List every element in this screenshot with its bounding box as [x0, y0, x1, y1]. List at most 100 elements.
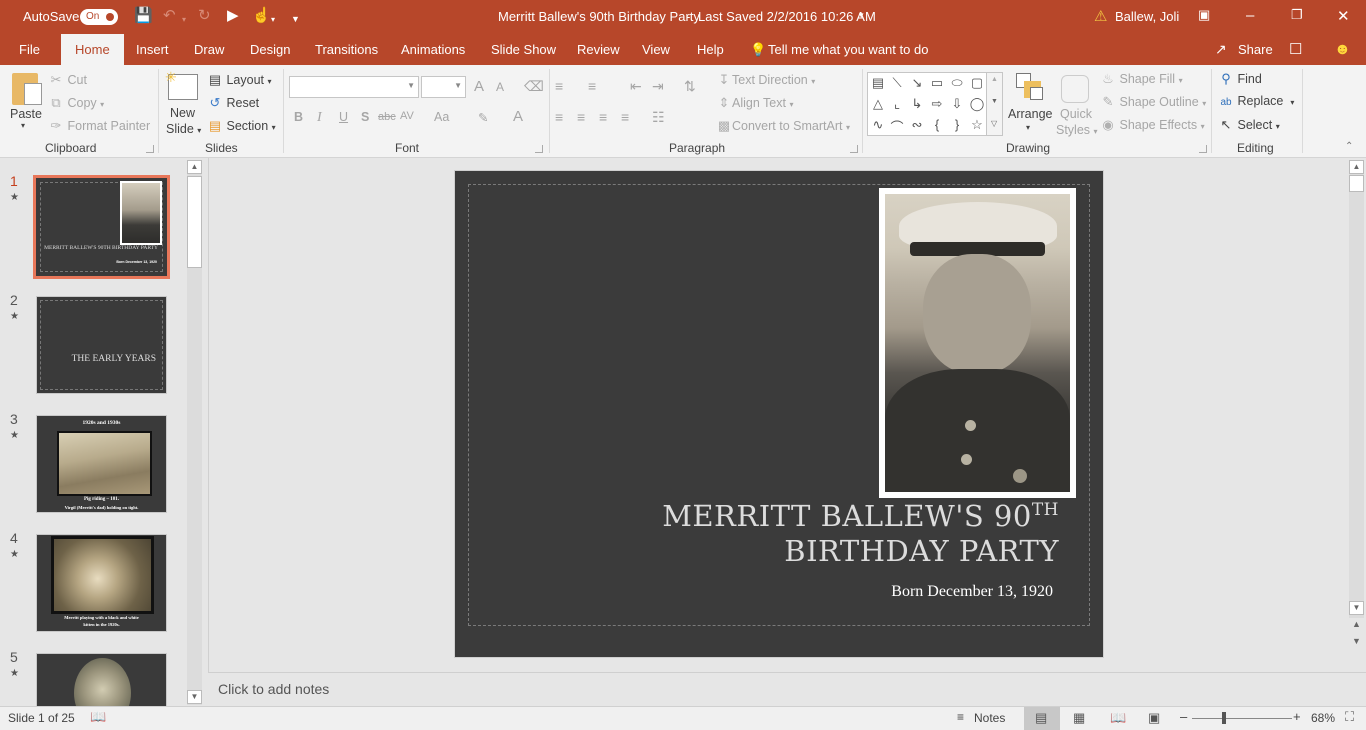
- font-color-button[interactable]: A: [513, 108, 523, 125]
- text-direction-button[interactable]: ↧ Text Direction ▾: [716, 72, 816, 88]
- font-size-input[interactable]: ▼: [421, 76, 466, 98]
- share-icon[interactable]: ↗: [1215, 34, 1227, 65]
- underline-button[interactable]: U: [339, 110, 348, 124]
- slide-thumbnail-4[interactable]: Merritt playing with a black and white k…: [36, 534, 167, 632]
- redo-icon[interactable]: ↻: [198, 8, 211, 24]
- touch-mode-icon[interactable]: ☝: [252, 8, 271, 24]
- zoom-slider-track[interactable]: [1192, 718, 1292, 719]
- tab-animations[interactable]: Animations: [401, 34, 465, 65]
- scroll-up-icon[interactable]: ▲: [1349, 160, 1364, 174]
- zoom-in-button[interactable]: +: [1293, 709, 1301, 724]
- cut-button[interactable]: ✂ Cut: [48, 72, 87, 88]
- justify-icon[interactable]: ≡: [621, 109, 629, 125]
- gallery-down-icon[interactable]: ▼: [991, 98, 998, 105]
- columns-icon[interactable]: ☷: [652, 109, 665, 126]
- slide-photo[interactable]: [879, 188, 1076, 498]
- tab-transitions[interactable]: Transitions: [315, 34, 378, 65]
- highlight-icon[interactable]: ✎: [478, 110, 488, 125]
- layout-button[interactable]: ▤ Layout ▾: [207, 72, 272, 88]
- zoom-slider-thumb[interactable]: [1222, 712, 1227, 724]
- convert-smartart-button[interactable]: ▩ Convert to SmartArt ▾: [716, 118, 850, 134]
- right-brace-shape-icon[interactable]: }: [948, 117, 966, 132]
- paragraph-launcher-icon[interactable]: [850, 145, 858, 153]
- new-slide-label-1[interactable]: New: [170, 106, 195, 120]
- align-left-icon[interactable]: ≡: [555, 109, 563, 125]
- elbow-connector-shape-icon[interactable]: ⌞: [888, 96, 906, 112]
- touch-dropdown-icon[interactable]: ▾: [271, 12, 275, 28]
- user-name[interactable]: Ballew, Joli: [1115, 9, 1179, 24]
- title-dropdown-icon[interactable]: ▾: [859, 10, 864, 21]
- change-case-button[interactable]: Aa: [434, 110, 449, 124]
- gallery-up-icon[interactable]: ▲: [991, 76, 998, 83]
- format-painter-button[interactable]: ✑ Format Painter: [48, 118, 151, 134]
- font-launcher-icon[interactable]: [535, 145, 543, 153]
- oval-shape-icon[interactable]: ⬭: [948, 75, 966, 91]
- undo-dropdown-icon[interactable]: ▾: [182, 12, 186, 28]
- clear-formatting-icon[interactable]: ⌫: [524, 78, 544, 95]
- down-arrow-shape-icon[interactable]: ⇩: [948, 96, 966, 112]
- notes-pane[interactable]: Click to add notes: [208, 672, 1366, 706]
- previous-slide-icon[interactable]: ▲: [1352, 619, 1361, 629]
- line-spacing-icon[interactable]: ⇅: [684, 78, 696, 95]
- slide-subtitle[interactable]: Born December 13, 1920: [891, 583, 1053, 601]
- save-sync-icon[interactable]: 💾: [134, 8, 153, 24]
- line-shape-icon[interactable]: ⟍: [888, 75, 906, 91]
- left-brace-shape-icon[interactable]: {: [928, 117, 946, 132]
- font-name-input[interactable]: ▼: [289, 76, 419, 98]
- copy-button[interactable]: ⧉ Copy ▾: [48, 95, 104, 111]
- shapes-gallery-scroll[interactable]: ▲ ▼ ▽: [987, 72, 1003, 136]
- drawing-launcher-icon[interactable]: [1199, 145, 1207, 153]
- font-name-dropdown-icon[interactable]: ▼: [407, 81, 415, 90]
- customize-qat-icon[interactable]: ▼: [291, 11, 300, 27]
- clipboard-launcher-icon[interactable]: [146, 145, 154, 153]
- tell-me-search[interactable]: Tell me what you want to do: [768, 34, 928, 65]
- elbow-arrow-shape-icon[interactable]: ↳: [908, 96, 926, 112]
- thumbnail-scrollbar[interactable]: ▲ ▼: [187, 160, 202, 705]
- increase-indent-icon[interactable]: ⇥: [652, 78, 664, 95]
- feedback-smiley-icon[interactable]: ☻: [1334, 34, 1351, 65]
- star-shape-icon[interactable]: ☆: [968, 117, 986, 133]
- tab-slide-show[interactable]: Slide Show: [491, 34, 556, 65]
- quick-styles-label-1[interactable]: Quick: [1060, 107, 1092, 121]
- text-box-shape-icon[interactable]: ▤: [869, 75, 887, 91]
- text-shadow-button[interactable]: S: [361, 110, 369, 124]
- tab-file[interactable]: File: [19, 34, 40, 65]
- close-icon[interactable]: ✕: [1337, 7, 1350, 25]
- fit-slide-icon[interactable]: ⛶: [1345, 709, 1354, 725]
- shape-fill-button[interactable]: ♨ Shape Fill ▾: [1100, 71, 1182, 87]
- align-right-icon[interactable]: ≡: [599, 109, 607, 125]
- slide-thumbnail-3[interactable]: 1920s and 1930s Pig riding – 101. Virgil…: [36, 415, 167, 513]
- replace-button[interactable]: ab Replace ▾: [1218, 94, 1294, 108]
- italic-button[interactable]: I: [317, 110, 322, 126]
- scribble-shape-icon[interactable]: ∿: [869, 117, 887, 133]
- character-spacing-button[interactable]: AV: [400, 110, 414, 122]
- arrow-line-shape-icon[interactable]: ↘: [908, 75, 926, 91]
- numbering-icon[interactable]: ≡: [588, 78, 596, 94]
- present-from-beginning-icon[interactable]: ▶: [227, 8, 239, 24]
- next-slide-icon[interactable]: ▼: [1352, 636, 1361, 646]
- arrange-dropdown-icon[interactable]: ▾: [1026, 123, 1030, 132]
- bold-button[interactable]: B: [294, 110, 303, 124]
- rectangle-shape-icon[interactable]: ▭: [928, 75, 946, 91]
- zoom-level[interactable]: 68%: [1311, 711, 1335, 725]
- find-button[interactable]: ⚲ Find: [1218, 71, 1262, 87]
- arrange-button[interactable]: Arrange: [1008, 107, 1052, 121]
- rounded-rectangle-shape-icon[interactable]: ▢: [968, 75, 986, 91]
- tab-design[interactable]: Design: [250, 34, 290, 65]
- strikethrough-button[interactable]: abc: [378, 111, 396, 123]
- decrease-font-size-button[interactable]: A: [496, 80, 504, 94]
- comments-icon[interactable]: ☐: [1289, 34, 1302, 65]
- tab-review[interactable]: Review: [577, 34, 620, 65]
- gallery-more-icon[interactable]: ▽: [991, 119, 997, 128]
- restore-icon[interactable]: ❐: [1291, 7, 1303, 23]
- tab-view[interactable]: View: [642, 34, 670, 65]
- notes-placeholder[interactable]: Click to add notes: [218, 681, 329, 697]
- curve-shape-icon[interactable]: ∾: [908, 117, 926, 133]
- zoom-out-button[interactable]: –: [1180, 709, 1187, 724]
- tab-insert[interactable]: Insert: [136, 34, 169, 65]
- notes-button[interactable]: Notes: [974, 711, 1005, 725]
- tab-draw[interactable]: Draw: [194, 34, 224, 65]
- paste-button[interactable]: Paste: [10, 107, 42, 121]
- paste-dropdown-icon[interactable]: ▾: [21, 121, 25, 130]
- undo-icon[interactable]: ↶: [163, 8, 176, 24]
